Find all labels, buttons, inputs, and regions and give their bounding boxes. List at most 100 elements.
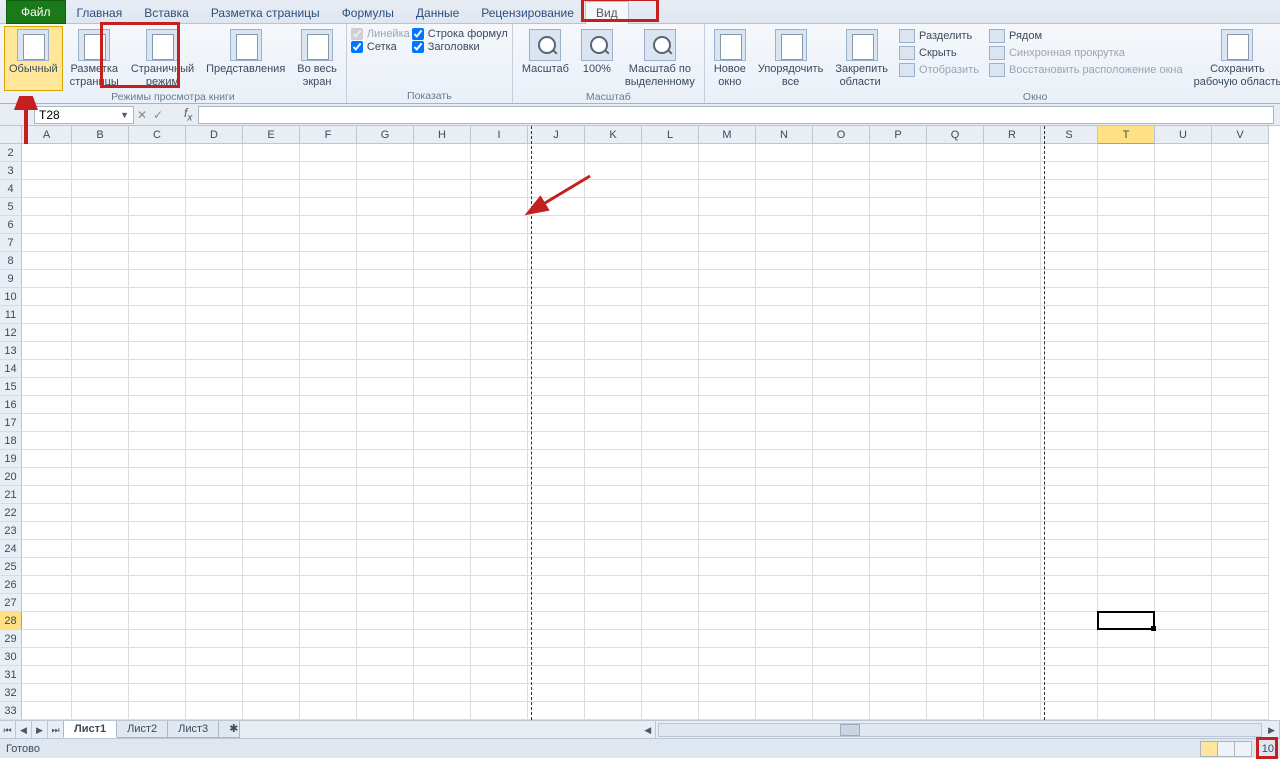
col-header-G[interactable]: G bbox=[357, 126, 414, 144]
col-header-N[interactable]: N bbox=[756, 126, 813, 144]
col-header-T[interactable]: T bbox=[1098, 126, 1155, 144]
hide-button[interactable]: Скрыть bbox=[895, 45, 983, 61]
col-header-J[interactable]: J bbox=[528, 126, 585, 144]
row-header-28[interactable]: 28 bbox=[0, 612, 22, 630]
row-header-31[interactable]: 31 bbox=[0, 666, 22, 684]
col-header-Q[interactable]: Q bbox=[927, 126, 984, 144]
row-header-32[interactable]: 32 bbox=[0, 684, 22, 702]
status-normal-view[interactable] bbox=[1200, 741, 1218, 757]
col-header-U[interactable]: U bbox=[1155, 126, 1212, 144]
row-header-21[interactable]: 21 bbox=[0, 486, 22, 504]
row-header-9[interactable]: 9 bbox=[0, 270, 22, 288]
formulabar-checkbox[interactable]: Строка формул bbox=[412, 28, 508, 40]
row-header-16[interactable]: 16 bbox=[0, 396, 22, 414]
normal-view-button[interactable]: Обычный bbox=[4, 26, 63, 91]
row-header-33[interactable]: 33 bbox=[0, 702, 22, 720]
fx-icon[interactable]: fx bbox=[184, 106, 192, 123]
row-header-7[interactable]: 7 bbox=[0, 234, 22, 252]
name-box[interactable]: T28▼ bbox=[34, 106, 134, 124]
tab-data[interactable]: Данные bbox=[405, 1, 470, 24]
row-header-12[interactable]: 12 bbox=[0, 324, 22, 342]
row-header-13[interactable]: 13 bbox=[0, 342, 22, 360]
row-header-18[interactable]: 18 bbox=[0, 432, 22, 450]
row-header-10[interactable]: 10 bbox=[0, 288, 22, 306]
row-header-6[interactable]: 6 bbox=[0, 216, 22, 234]
row-header-15[interactable]: 15 bbox=[0, 378, 22, 396]
col-header-P[interactable]: P bbox=[870, 126, 927, 144]
row-header-22[interactable]: 22 bbox=[0, 504, 22, 522]
row-header-27[interactable]: 27 bbox=[0, 594, 22, 612]
row-header-3[interactable]: 3 bbox=[0, 162, 22, 180]
col-header-C[interactable]: C bbox=[129, 126, 186, 144]
row-header-14[interactable]: 14 bbox=[0, 360, 22, 378]
row-header-8[interactable]: 8 bbox=[0, 252, 22, 270]
select-all-corner[interactable] bbox=[0, 126, 22, 144]
col-header-E[interactable]: E bbox=[243, 126, 300, 144]
tab-home[interactable]: Главная bbox=[66, 1, 134, 24]
tab-insert[interactable]: Вставка bbox=[133, 1, 200, 24]
row-header-30[interactable]: 30 bbox=[0, 648, 22, 666]
sheet-nav-prev[interactable]: ◀ bbox=[16, 721, 32, 738]
col-header-D[interactable]: D bbox=[186, 126, 243, 144]
headings-checkbox[interactable]: Заголовки bbox=[412, 41, 508, 53]
tab-pagelayout[interactable]: Разметка страницы bbox=[200, 1, 331, 24]
col-header-V[interactable]: V bbox=[1212, 126, 1269, 144]
row-header-26[interactable]: 26 bbox=[0, 576, 22, 594]
hscroll-thumb[interactable] bbox=[840, 724, 860, 736]
sheet-nav-next[interactable]: ▶ bbox=[32, 721, 48, 738]
custom-views-button[interactable]: Представления bbox=[201, 26, 290, 91]
col-header-R[interactable]: R bbox=[984, 126, 1041, 144]
gridlines-checkbox[interactable]: Сетка bbox=[351, 41, 410, 53]
tab-view[interactable]: Вид bbox=[585, 1, 629, 24]
sheet-tab-2[interactable]: Лист2 bbox=[116, 721, 168, 738]
arrange-button[interactable]: Упорядочить все bbox=[753, 26, 828, 91]
tab-formulas[interactable]: Формулы bbox=[331, 1, 405, 24]
row-header-24[interactable]: 24 bbox=[0, 540, 22, 558]
active-cell[interactable] bbox=[1097, 611, 1155, 630]
cells-area[interactable] bbox=[22, 144, 1280, 720]
tab-review[interactable]: Рецензирование bbox=[470, 1, 585, 24]
hscroll-right[interactable]: ▶ bbox=[1264, 721, 1280, 739]
new-sheet-button[interactable]: ✱ bbox=[218, 721, 240, 738]
row-header-23[interactable]: 23 bbox=[0, 522, 22, 540]
col-header-O[interactable]: O bbox=[813, 126, 870, 144]
row-headers[interactable]: 2345678910111213141516171819202122232425… bbox=[0, 144, 22, 720]
col-header-S[interactable]: S bbox=[1041, 126, 1098, 144]
row-header-19[interactable]: 19 bbox=[0, 450, 22, 468]
fullscreen-button[interactable]: Во весь экран bbox=[292, 26, 342, 91]
sheet-nav-last[interactable]: ⏭ bbox=[48, 721, 64, 738]
save-workspace-button[interactable]: Сохранить рабочую область bbox=[1189, 26, 1280, 91]
name-box-dropdown-icon[interactable]: ▼ bbox=[120, 110, 129, 120]
zoom-button[interactable]: Масштаб bbox=[517, 26, 574, 91]
column-headers[interactable]: ABCDEFGHIJKLMNOPQRSTUV bbox=[22, 126, 1280, 144]
row-header-25[interactable]: 25 bbox=[0, 558, 22, 576]
col-header-M[interactable]: M bbox=[699, 126, 756, 144]
formula-input[interactable] bbox=[198, 106, 1274, 124]
freeze-button[interactable]: Закрепить области bbox=[830, 26, 893, 91]
sheet-tab-3[interactable]: Лист3 bbox=[167, 721, 219, 738]
row-header-2[interactable]: 2 bbox=[0, 144, 22, 162]
sheet-nav-first[interactable]: ⏮ bbox=[0, 721, 16, 738]
sheet-tab-1[interactable]: Лист1 bbox=[63, 721, 117, 738]
row-header-17[interactable]: 17 bbox=[0, 414, 22, 432]
status-zoom[interactable]: 10 bbox=[1262, 743, 1274, 755]
row-header-4[interactable]: 4 bbox=[0, 180, 22, 198]
spreadsheet-grid[interactable]: ABCDEFGHIJKLMNOPQRSTUV 23456789101112131… bbox=[0, 126, 1280, 720]
row-header-29[interactable]: 29 bbox=[0, 630, 22, 648]
col-header-B[interactable]: B bbox=[72, 126, 129, 144]
horizontal-scrollbar[interactable]: ◀ ▶ bbox=[240, 721, 1280, 738]
hscroll-left[interactable]: ◀ bbox=[640, 721, 656, 739]
col-header-A[interactable]: A bbox=[22, 126, 72, 144]
zoom-selection-button[interactable]: Масштаб по выделенному bbox=[620, 26, 700, 91]
row-header-20[interactable]: 20 bbox=[0, 468, 22, 486]
pagebreak-view-button[interactable]: Страничный режим bbox=[126, 26, 199, 91]
new-window-button[interactable]: Новое окно bbox=[709, 26, 751, 91]
row-header-11[interactable]: 11 bbox=[0, 306, 22, 324]
status-pagelayout-view[interactable] bbox=[1217, 741, 1235, 757]
col-header-F[interactable]: F bbox=[300, 126, 357, 144]
zoom100-button[interactable]: 100% bbox=[576, 26, 618, 91]
col-header-I[interactable]: I bbox=[471, 126, 528, 144]
col-header-K[interactable]: K bbox=[585, 126, 642, 144]
col-header-H[interactable]: H bbox=[414, 126, 471, 144]
col-header-L[interactable]: L bbox=[642, 126, 699, 144]
